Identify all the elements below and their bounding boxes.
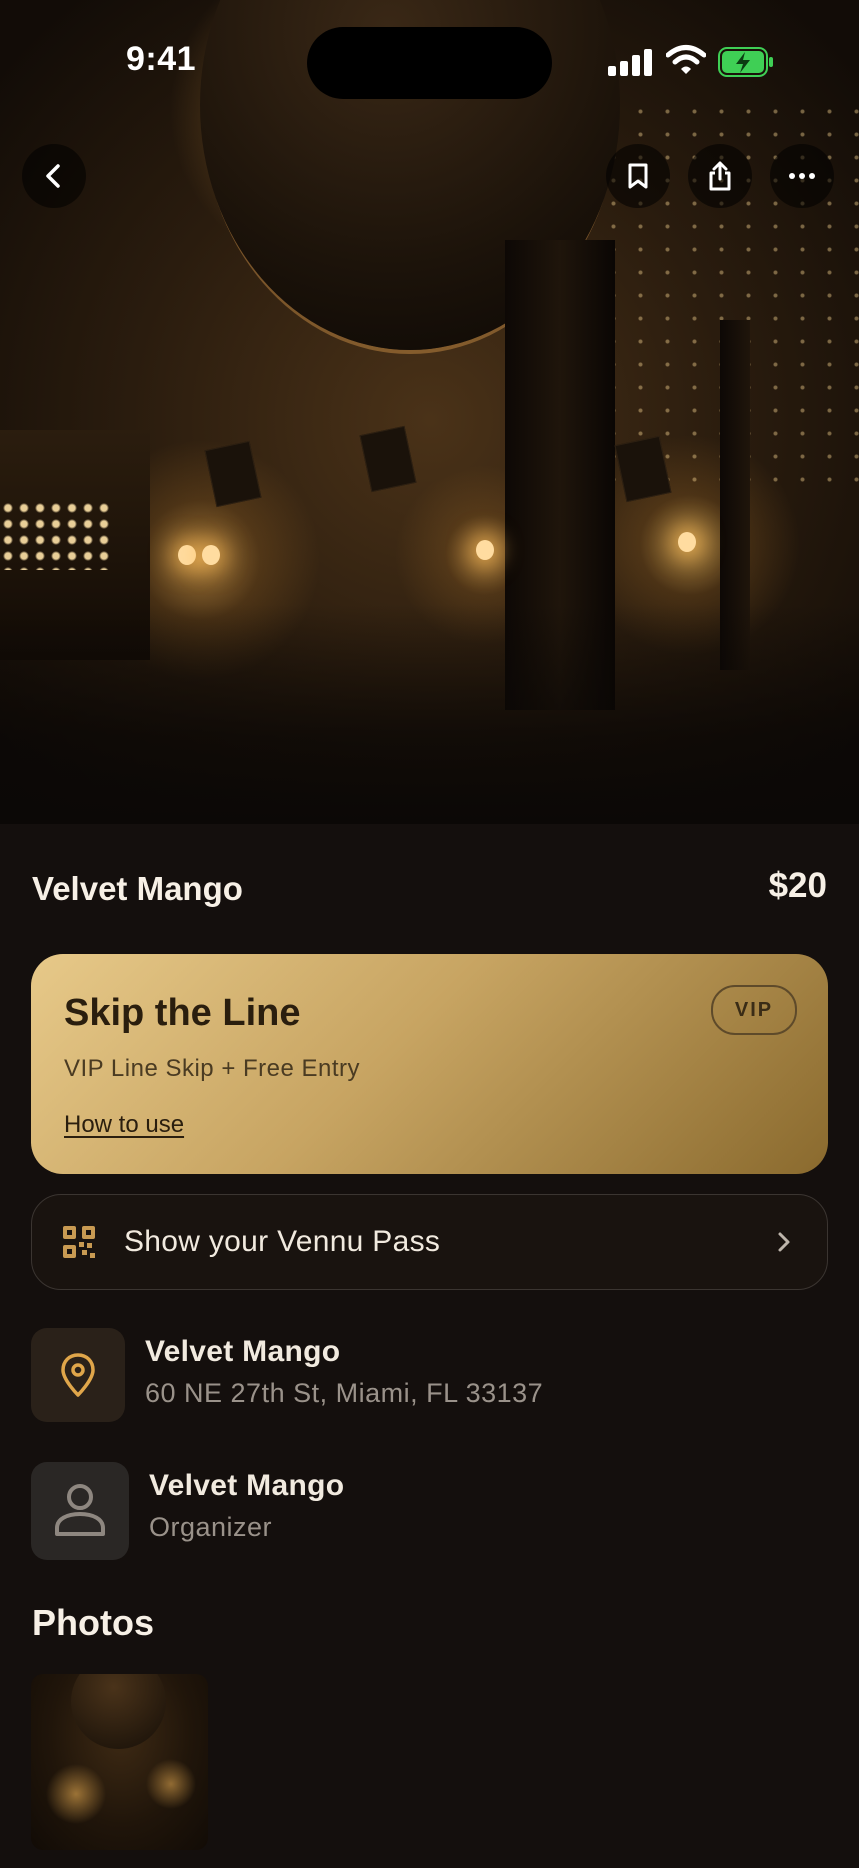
event-price: $20 (768, 866, 827, 905)
cellular-signal-icon (608, 48, 654, 76)
skip-the-line-card[interactable]: Skip the Line VIP Line Skip + Free Entry… (31, 954, 828, 1174)
status-bar: 9:41 (0, 0, 859, 110)
wifi-icon (666, 45, 706, 74)
dynamic-island (307, 27, 552, 99)
offer-title: Skip the Line (64, 992, 301, 1034)
vip-badge: VIP (711, 985, 797, 1035)
location-address: 60 NE 27th St, Miami, FL 33137 (145, 1378, 544, 1408)
bookmark-icon (628, 163, 648, 189)
back-arrow-icon (46, 164, 60, 188)
more-icon (789, 173, 815, 179)
offer-subtitle: VIP Line Skip + Free Entry (64, 1055, 361, 1082)
share-icon (709, 161, 731, 191)
show-pass-label: Show your Vennu Pass (124, 1225, 441, 1258)
bookmark-button[interactable] (606, 144, 670, 208)
event-title: Velvet Mango (32, 870, 243, 907)
how-to-use-link[interactable]: How to use (64, 1111, 184, 1139)
chevron-right-icon (778, 1232, 790, 1252)
location-pin-icon (61, 1353, 95, 1397)
share-button[interactable] (688, 144, 752, 208)
location-row[interactable]: Velvet Mango 60 NE 27th St, Miami, FL 33… (31, 1328, 591, 1422)
organizer-avatar (31, 1462, 129, 1560)
back-button[interactable] (22, 144, 86, 208)
show-pass-button[interactable]: Show your Vennu Pass (31, 1194, 828, 1290)
photos-heading: Photos (32, 1602, 154, 1643)
person-icon (55, 1484, 105, 1536)
organizer-name: Velvet Mango (149, 1469, 345, 1502)
status-time: 9:41 (126, 40, 197, 78)
organizer-role: Organizer (149, 1512, 273, 1542)
location-icon-box (31, 1328, 125, 1422)
photo-thumbnail[interactable] (31, 1674, 208, 1850)
more-options-button[interactable] (770, 144, 834, 208)
location-name: Velvet Mango (145, 1335, 341, 1368)
qr-code-icon (63, 1226, 95, 1258)
organizer-row[interactable]: Velvet Mango Organizer (31, 1462, 431, 1560)
event-hero-image (0, 0, 859, 824)
event-header: Velvet Mango $20 (32, 866, 827, 912)
battery-charging-icon (718, 47, 773, 77)
